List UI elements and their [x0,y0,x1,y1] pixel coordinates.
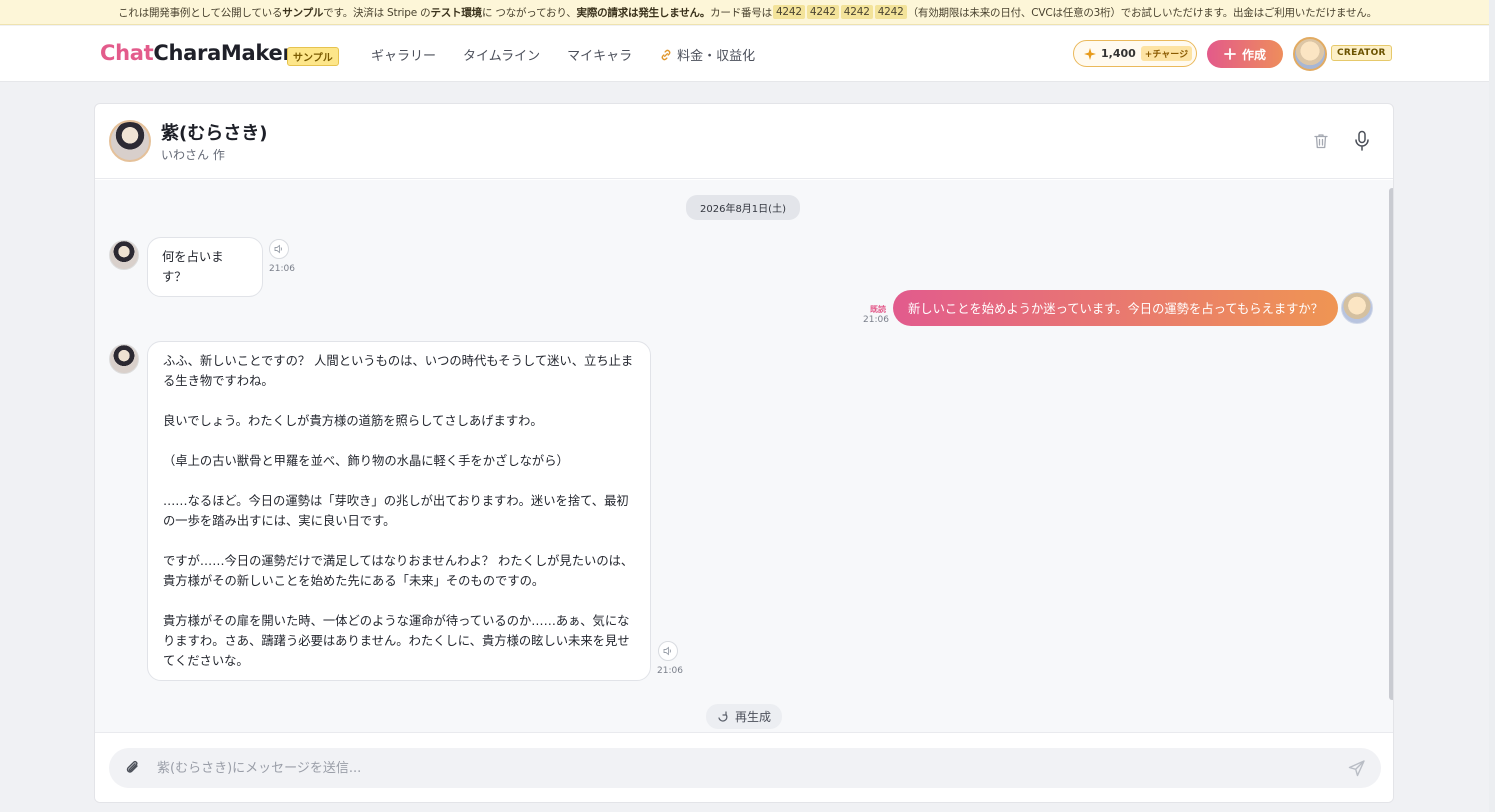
character-message-bubble: 何を占います？ [147,237,263,297]
message-input[interactable] [157,748,1327,788]
site-logo[interactable]: ChatCharaMaker [100,41,293,65]
notice-text: これは開発事例として公開している [118,6,283,19]
character-author: いわさん 作 [161,148,225,162]
create-button[interactable]: 作成 [1207,40,1283,68]
chat-scrollbar[interactable] [1389,188,1393,700]
message-time: 21:06 [269,264,295,274]
card-number-group: 4242 [874,5,907,19]
composer-input-wrap [109,748,1381,788]
user-message-bubble: 新しいことを始めようか迷っています。今日の運勢を占ってもらえますか？ [893,290,1339,326]
speaker-icon[interactable] [658,641,678,661]
message-time: 21:06 [863,315,889,325]
message-paragraph: 貴方様がその扉を開いた時、一体どのような運命が待っているのか……あぁ、気になりま… [163,614,630,668]
notice-sample: サンプル [282,6,324,19]
regenerate-label: 再生成 [735,710,772,724]
notice-test-env: テスト環境 [430,6,482,19]
card-number-group: 4242 [772,5,805,19]
read-receipt: 既読 [870,305,886,314]
charge-label[interactable]: +チャージ [1140,46,1193,61]
nav-my-chara[interactable]: マイキャラ [567,45,632,64]
card-number-group: 4242 [806,5,839,19]
nav-pricing-label: 料金・収益化 [677,49,756,64]
top-header: ChatCharaMaker サンプル ギャラリー タイムライン マイキャラ 料… [0,26,1489,82]
character-message-avatar [109,344,139,374]
notice-no-charge: 実際の請求は発生しません。 [576,6,711,19]
nav-pricing[interactable]: 料金・収益化 [659,45,755,64]
card-number-group: 4242 [840,5,873,19]
user-avatar[interactable] [1293,37,1327,71]
create-label: 作成 [1241,47,1266,62]
sample-badge: サンプル [287,47,339,66]
logo-rest: CharaMaker [153,41,293,65]
message-composer [95,732,1393,802]
points-value: 1,400 [1101,47,1136,60]
character-avatar[interactable] [109,120,151,162]
message-paragraph: 良いでしょう。わたくしが貴方様の道筋を照らしてさしあげますわ。 [163,414,543,428]
nav-timeline[interactable]: タイムライン [463,45,540,64]
sparkle-icon [1084,47,1096,60]
creator-badge: CREATOR [1331,45,1392,61]
notice-text: です。決済は Stripe の [323,6,431,19]
link-icon [661,49,671,60]
message-time: 21:06 [657,666,683,676]
logo-chat: Chat [100,41,154,65]
message-paragraph: ふふ、新しいことですの？ 人間というものは、いつの時代もそうして迷い、立ち止まる… [163,354,634,388]
character-name: 紫(むらさき) [161,123,268,144]
character-message-avatar [109,240,139,270]
notice-text: カード番号は [710,6,772,19]
points-balance[interactable]: 1,400 +チャージ [1073,40,1197,67]
send-icon[interactable] [1347,758,1367,778]
regenerate-icon [718,710,728,722]
paperclip-icon[interactable] [123,758,143,778]
message-paragraph: ですが……今日の運勢だけで満足してはなりおませんわよ？ わたくしが見たいのは、貴… [163,554,634,588]
message-list[interactable]: 2026年8月1日(土) 何を占います？ 21:06 既読 21:06 新しいこ… [95,180,1393,732]
user-message-avatar [1341,292,1373,324]
nav-gallery[interactable]: ギャラリー [371,45,436,64]
message-paragraph: （卓上の古い獣骨と甲羅を並べ、飾り物の水晶に軽く手をかざしながら） [163,454,569,468]
notice-text: （有効期限は未来の日付、CVCは任意の3桁）でお試しいただけます。出金はご利用い… [907,6,1377,19]
chat-panel: 紫(むらさき) いわさん 作 2026年8月1日(土) 何を占います？ 21:0… [94,103,1394,803]
page-scrollbar[interactable] [1489,0,1495,812]
microphone-icon[interactable] [1353,130,1371,152]
chat-header: 紫(むらさき) いわさん 作 [95,104,1393,179]
trash-icon[interactable] [1312,132,1330,150]
demo-notice-banner: これは開発事例として公開している サンプル です。決済は Stripe のテスト環境… [0,0,1495,25]
notice-text: に つながっており、 [481,6,577,19]
regenerate-button[interactable]: 再生成 [706,704,783,729]
character-message-bubble: ふふ、新しいことですの？ 人間というものは、いつの時代もそうして迷い、立ち止まる… [147,341,651,681]
date-separator: 2026年8月1日(土) [686,195,800,220]
message-paragraph: ……なるほど。今日の運勢は「芽吹き」の兆しが出ておりますわ。迷いを捨て、最初の一… [163,494,629,528]
speaker-icon[interactable] [269,239,289,259]
plus-icon [1224,48,1236,60]
main-nav: ギャラリー タイムライン マイキャラ 料金・収益化 [371,45,755,64]
